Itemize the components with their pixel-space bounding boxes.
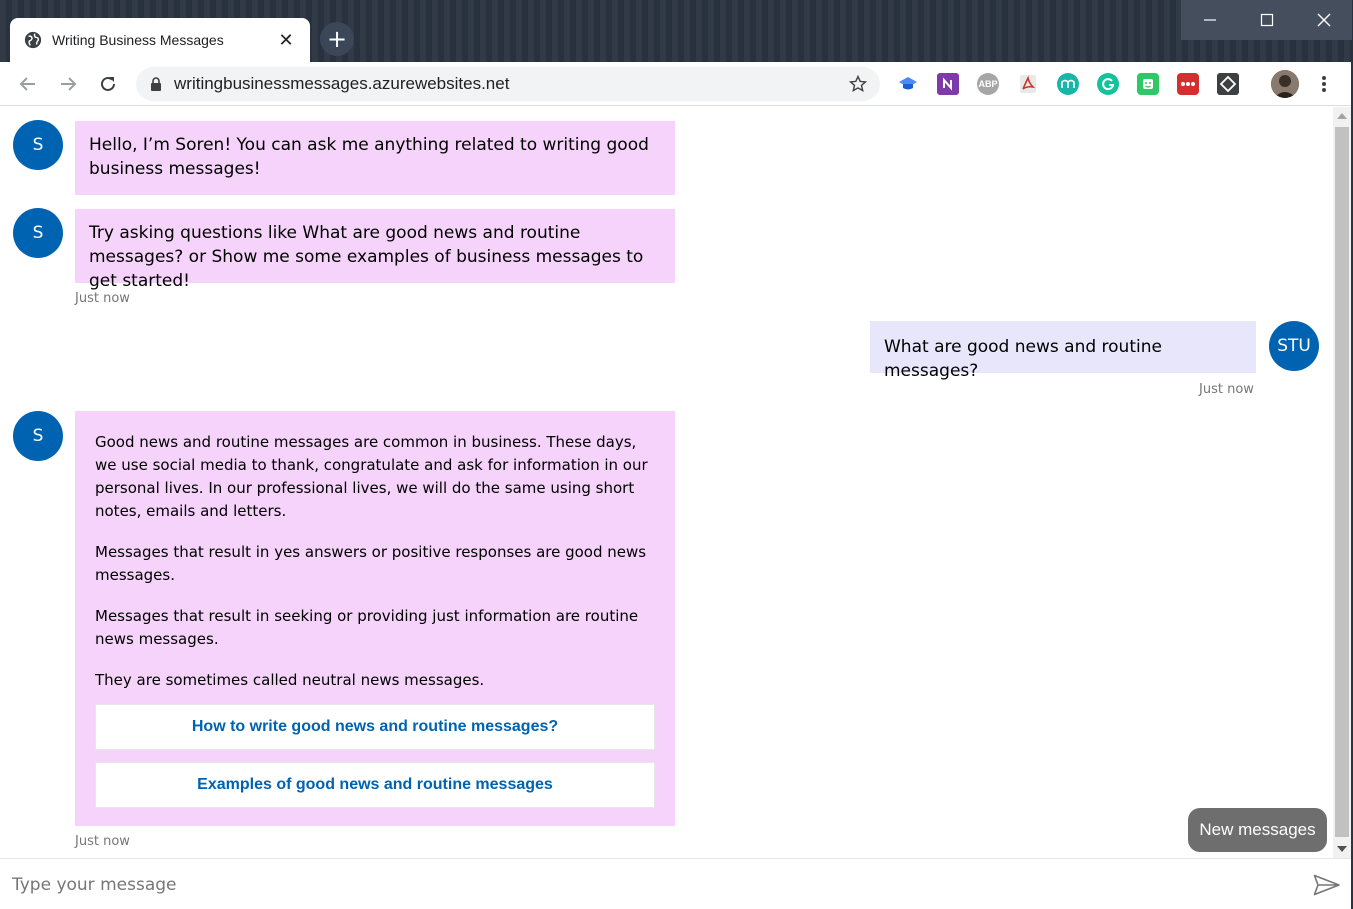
send-button[interactable] [1310, 871, 1344, 899]
chat-transcript[interactable]: S Hello, I’m Soren! You can ask me anyth… [0, 107, 1333, 858]
message-input-bar [0, 858, 1353, 909]
card-paragraph: Good news and routine messages are commo… [95, 433, 648, 520]
minimize-icon [1203, 19, 1216, 21]
bookmark-star-icon[interactable] [842, 75, 874, 93]
url-text: writingbusinessmessages.azurewebsites.ne… [174, 74, 510, 93]
browser-menu-button[interactable] [1310, 70, 1338, 98]
tab-close-icon[interactable]: ✕ [276, 30, 296, 51]
close-icon [1317, 13, 1330, 27]
bot-message-bubble: Try asking questions like What are good … [75, 209, 675, 291]
browser-toolbar: writingbusinessmessages.azurewebsites.ne… [0, 62, 1353, 106]
bot-avatar: S [13, 411, 63, 461]
graduation-cap-extension-icon[interactable] [897, 73, 919, 95]
browser-tab[interactable]: Writing Business Messages ✕ [10, 18, 310, 62]
lock-icon [151, 77, 161, 91]
scroll-down-arrow-icon[interactable] [1337, 846, 1347, 852]
new-messages-button[interactable]: New messages [1188, 808, 1327, 852]
bot-hero-card: Good news and routine messages are commo… [75, 411, 675, 826]
tab-title: Writing Business Messages [52, 32, 224, 48]
onenote-extension-icon[interactable] [937, 73, 959, 95]
message-timestamp: Just now [75, 834, 130, 849]
globe-icon [24, 31, 42, 49]
chat-scrollbar[interactable] [1333, 107, 1351, 858]
suggested-action-button-how-to-write[interactable]: How to write good news and routine messa… [95, 704, 655, 750]
user-message-bubble: What are good news and routine messages? [870, 321, 1256, 381]
maximize-icon [1260, 13, 1273, 27]
kebab-menu-icon [1322, 76, 1326, 92]
suggested-action-button-examples[interactable]: Examples of good news and routine messag… [95, 762, 655, 808]
browser-titlebar: Writing Business Messages ✕ + [0, 0, 1353, 62]
back-arrow-icon [19, 77, 35, 91]
adblock-plus-extension-icon[interactable]: ABP [977, 73, 999, 95]
bot-avatar: S [13, 120, 63, 170]
reload-button[interactable] [94, 70, 122, 98]
back-button[interactable] [14, 70, 42, 98]
minimize-button[interactable] [1181, 0, 1238, 40]
address-bar[interactable]: writingbusinessmessages.azurewebsites.ne… [136, 67, 880, 101]
forward-arrow-icon [61, 77, 77, 91]
message-timestamp: Just now [1199, 382, 1254, 397]
user-avatar: STU [1269, 321, 1319, 371]
lastpass-extension-icon[interactable] [1177, 73, 1199, 95]
scrollbar-thumb[interactable] [1335, 127, 1349, 837]
new-tab-button[interactable]: + [320, 22, 354, 56]
pdf-extension-icon[interactable] [1017, 73, 1039, 95]
scroll-up-arrow-icon[interactable] [1337, 113, 1347, 119]
forward-button[interactable] [54, 70, 82, 98]
green-face-extension-icon[interactable] [1137, 73, 1159, 95]
mindmeister-extension-icon[interactable] [1057, 73, 1079, 95]
profile-avatar[interactable] [1271, 70, 1299, 98]
card-paragraph: They are sometimes called neutral news m… [95, 671, 485, 689]
grammarly-extension-icon[interactable] [1097, 73, 1119, 95]
send-icon [1313, 874, 1340, 896]
card-paragraph: Messages that result in seeking or provi… [95, 607, 639, 648]
message-input[interactable] [12, 869, 1292, 901]
reload-icon [101, 76, 115, 91]
close-window-button[interactable] [1295, 0, 1352, 40]
card-paragraph: Messages that result in yes answers or p… [95, 543, 647, 584]
message-timestamp: Just now [75, 291, 130, 306]
diamond-extension-icon[interactable] [1217, 73, 1239, 95]
bot-avatar: S [13, 208, 63, 258]
maximize-button[interactable] [1238, 0, 1295, 40]
bot-message-bubble: Hello, I’m Soren! You can ask me anythin… [75, 121, 675, 195]
